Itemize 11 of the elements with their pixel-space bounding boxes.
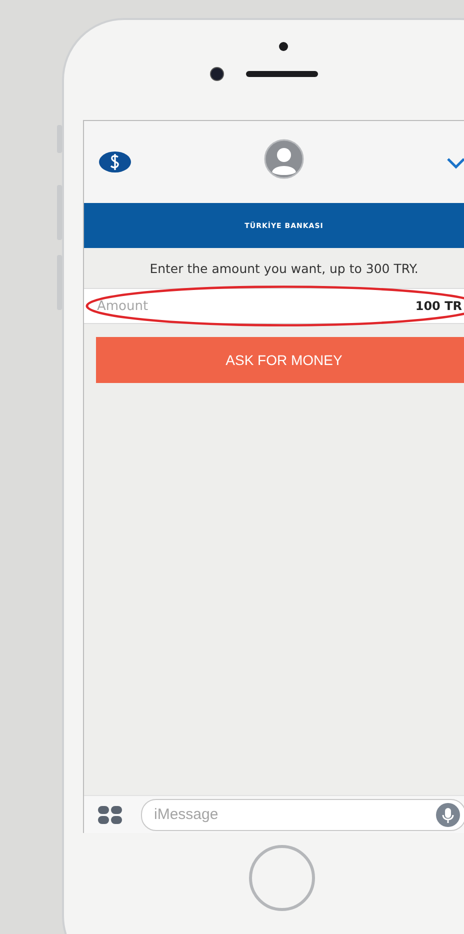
dollar-app-icon[interactable] — [98, 151, 132, 173]
avatar-icon — [264, 139, 304, 179]
speaker-slot — [246, 71, 318, 77]
sensor-dot — [278, 42, 288, 51]
front-camera — [210, 67, 224, 81]
amount-field[interactable]: Amount 100 TR — [84, 289, 464, 324]
chevron-down-icon[interactable] — [446, 157, 464, 169]
message-field[interactable]: iMessage — [141, 798, 464, 830]
microphone-icon[interactable] — [436, 802, 460, 826]
message-input[interactable]: iMessage — [154, 806, 354, 823]
apps-icon[interactable] — [97, 804, 123, 824]
